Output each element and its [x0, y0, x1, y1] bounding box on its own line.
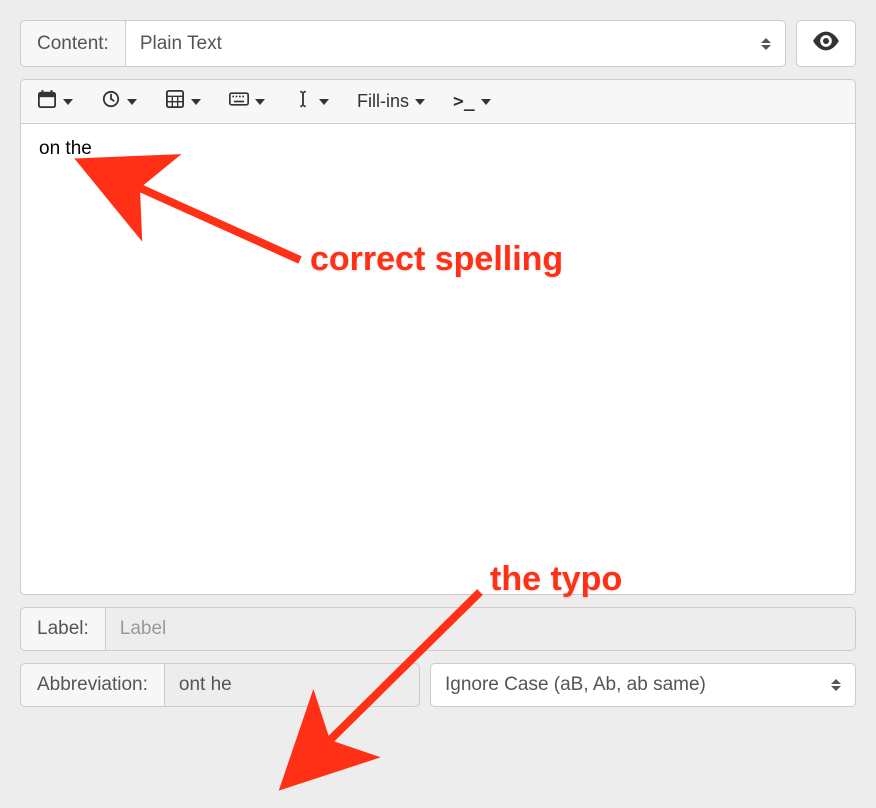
annotation-arrow-typo — [0, 0, 876, 808]
